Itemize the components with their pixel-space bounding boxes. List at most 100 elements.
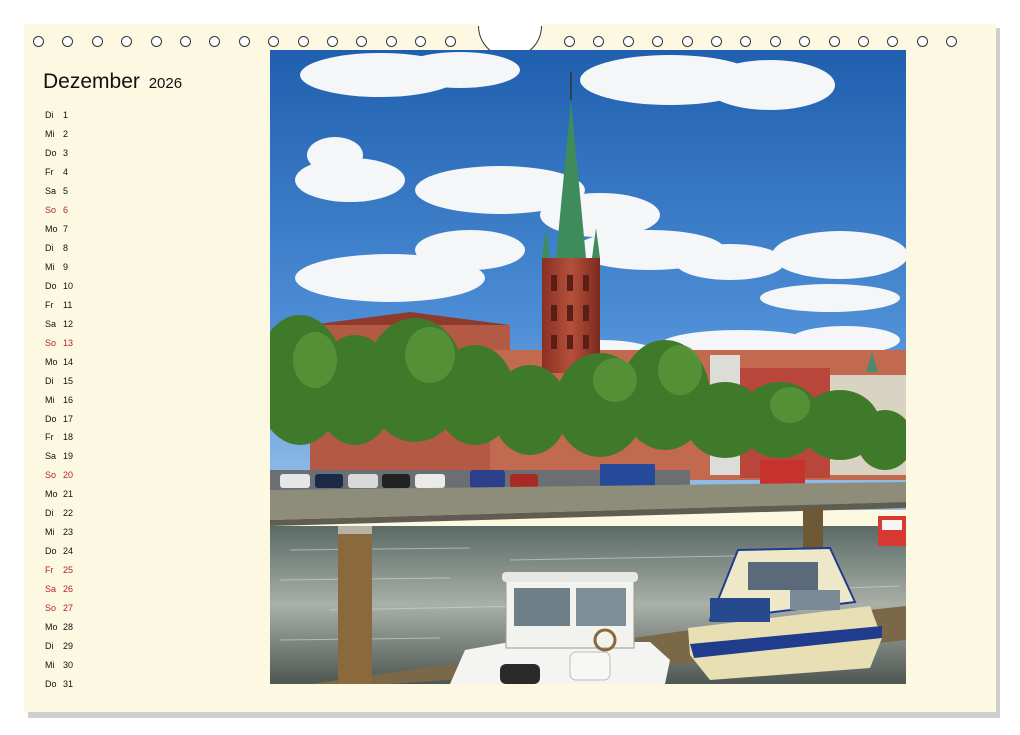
day-number: 8	[63, 242, 69, 253]
day-row: So 27	[45, 601, 105, 615]
day-row: Di 29	[45, 639, 105, 653]
weekday-label: Mi	[45, 394, 55, 405]
weekday-label: Sa	[45, 185, 57, 196]
weekday-label: Do	[45, 679, 57, 690]
day-row: Sa 26	[45, 582, 105, 596]
binding-ring	[799, 36, 811, 47]
binding-ring	[297, 36, 309, 47]
binding-ring	[740, 36, 752, 47]
binding-ring	[858, 36, 869, 47]
weekday-label: So	[45, 204, 57, 215]
binding-ring	[828, 36, 840, 47]
binding-ring	[711, 36, 722, 47]
weekday-label: Mi	[45, 660, 55, 671]
day-number: 15	[63, 375, 74, 386]
weekday-label: Di	[45, 375, 54, 386]
day-number: 26	[63, 584, 74, 595]
weekday-label: Do	[45, 147, 57, 158]
day-number: 17	[63, 413, 74, 424]
weekday-label: Mo	[45, 223, 58, 234]
day-number: 22	[63, 508, 74, 519]
day-number: 30	[63, 660, 74, 671]
weekday-label: Do	[45, 546, 57, 557]
binding-ring	[180, 36, 191, 47]
binding-ring	[415, 36, 427, 47]
weekday-label: Sa	[45, 318, 57, 329]
binding-ring	[564, 36, 575, 47]
weekday-label: Do	[45, 280, 57, 291]
binding-ring	[268, 36, 280, 47]
binding-ring	[33, 36, 44, 47]
weekday-label: Di	[45, 242, 54, 253]
binding-ring	[150, 36, 162, 47]
binding-ring	[385, 36, 397, 47]
day-row: Sa 12	[45, 317, 105, 331]
day-number: 21	[63, 489, 74, 500]
day-number: 12	[63, 318, 74, 329]
day-row: Mi 2	[45, 127, 105, 141]
day-number: 13	[63, 337, 74, 348]
binding-ring	[444, 36, 456, 47]
binding-ring	[769, 36, 781, 47]
day-number: 18	[63, 432, 74, 443]
day-row: Di 15	[45, 374, 105, 388]
weekday-label: Fr	[45, 166, 54, 177]
day-number: 14	[63, 356, 74, 367]
day-row: Do 24	[45, 544, 105, 558]
day-row: Fr 25	[45, 563, 105, 577]
day-row: Di 22	[45, 506, 105, 520]
day-row: Mo 21	[45, 487, 105, 501]
binding-ring	[356, 36, 368, 47]
day-row: Do 31	[45, 677, 105, 691]
weekday-label: Sa	[45, 584, 57, 595]
day-row: Mi 30	[45, 658, 105, 672]
day-number: 20	[63, 470, 74, 481]
binding-ring	[121, 36, 133, 47]
binding-ring	[209, 36, 221, 47]
binding-ring	[62, 36, 74, 47]
day-row: Do 3	[45, 146, 105, 160]
binding-ring	[622, 36, 634, 47]
day-row: Fr 18	[45, 430, 105, 444]
day-number: 11	[63, 299, 73, 310]
day-row: Do 17	[45, 412, 105, 426]
day-row: Fr 11	[45, 298, 105, 312]
weekday-label: Do	[45, 413, 57, 424]
day-number: 28	[63, 622, 74, 633]
day-number: 19	[63, 451, 74, 462]
day-row: Di 8	[45, 241, 105, 255]
weekday-label: Fr	[45, 432, 54, 443]
binding-ring	[946, 36, 958, 47]
day-number: 5	[63, 185, 69, 196]
day-number: 2	[63, 128, 69, 139]
day-number: 27	[63, 603, 74, 614]
weekday-label: So	[45, 603, 57, 614]
binding-ring	[681, 36, 693, 47]
day-row: Mi 9	[45, 260, 105, 274]
day-row: Mi 16	[45, 393, 105, 407]
binding-ring	[238, 36, 250, 47]
binding-ring	[327, 36, 338, 47]
weekday-label: Mo	[45, 356, 58, 367]
day-number: 4	[63, 166, 69, 177]
day-row: Sa 5	[45, 184, 105, 198]
day-number: 29	[63, 641, 74, 652]
day-number: 25	[63, 565, 74, 576]
weekday-label: Mi	[45, 128, 55, 139]
weekday-label: Di	[45, 110, 54, 120]
day-row: Di 1	[45, 108, 105, 122]
day-row: Mo 28	[45, 620, 105, 634]
weekday-label: Mi	[45, 527, 55, 538]
calendar-photo	[270, 50, 906, 684]
binding-ring	[652, 36, 664, 47]
day-row: Mo 14	[45, 355, 105, 369]
binding-ring	[916, 36, 928, 47]
day-number: 3	[63, 147, 69, 158]
day-number: 7	[63, 223, 69, 234]
day-number: 10	[63, 280, 74, 291]
day-row: Fr 4	[45, 165, 105, 179]
day-row: So 20	[45, 468, 105, 482]
weekday-label: Mo	[45, 489, 58, 500]
day-number: 6	[63, 204, 69, 215]
weekday-label: Fr	[45, 299, 54, 310]
